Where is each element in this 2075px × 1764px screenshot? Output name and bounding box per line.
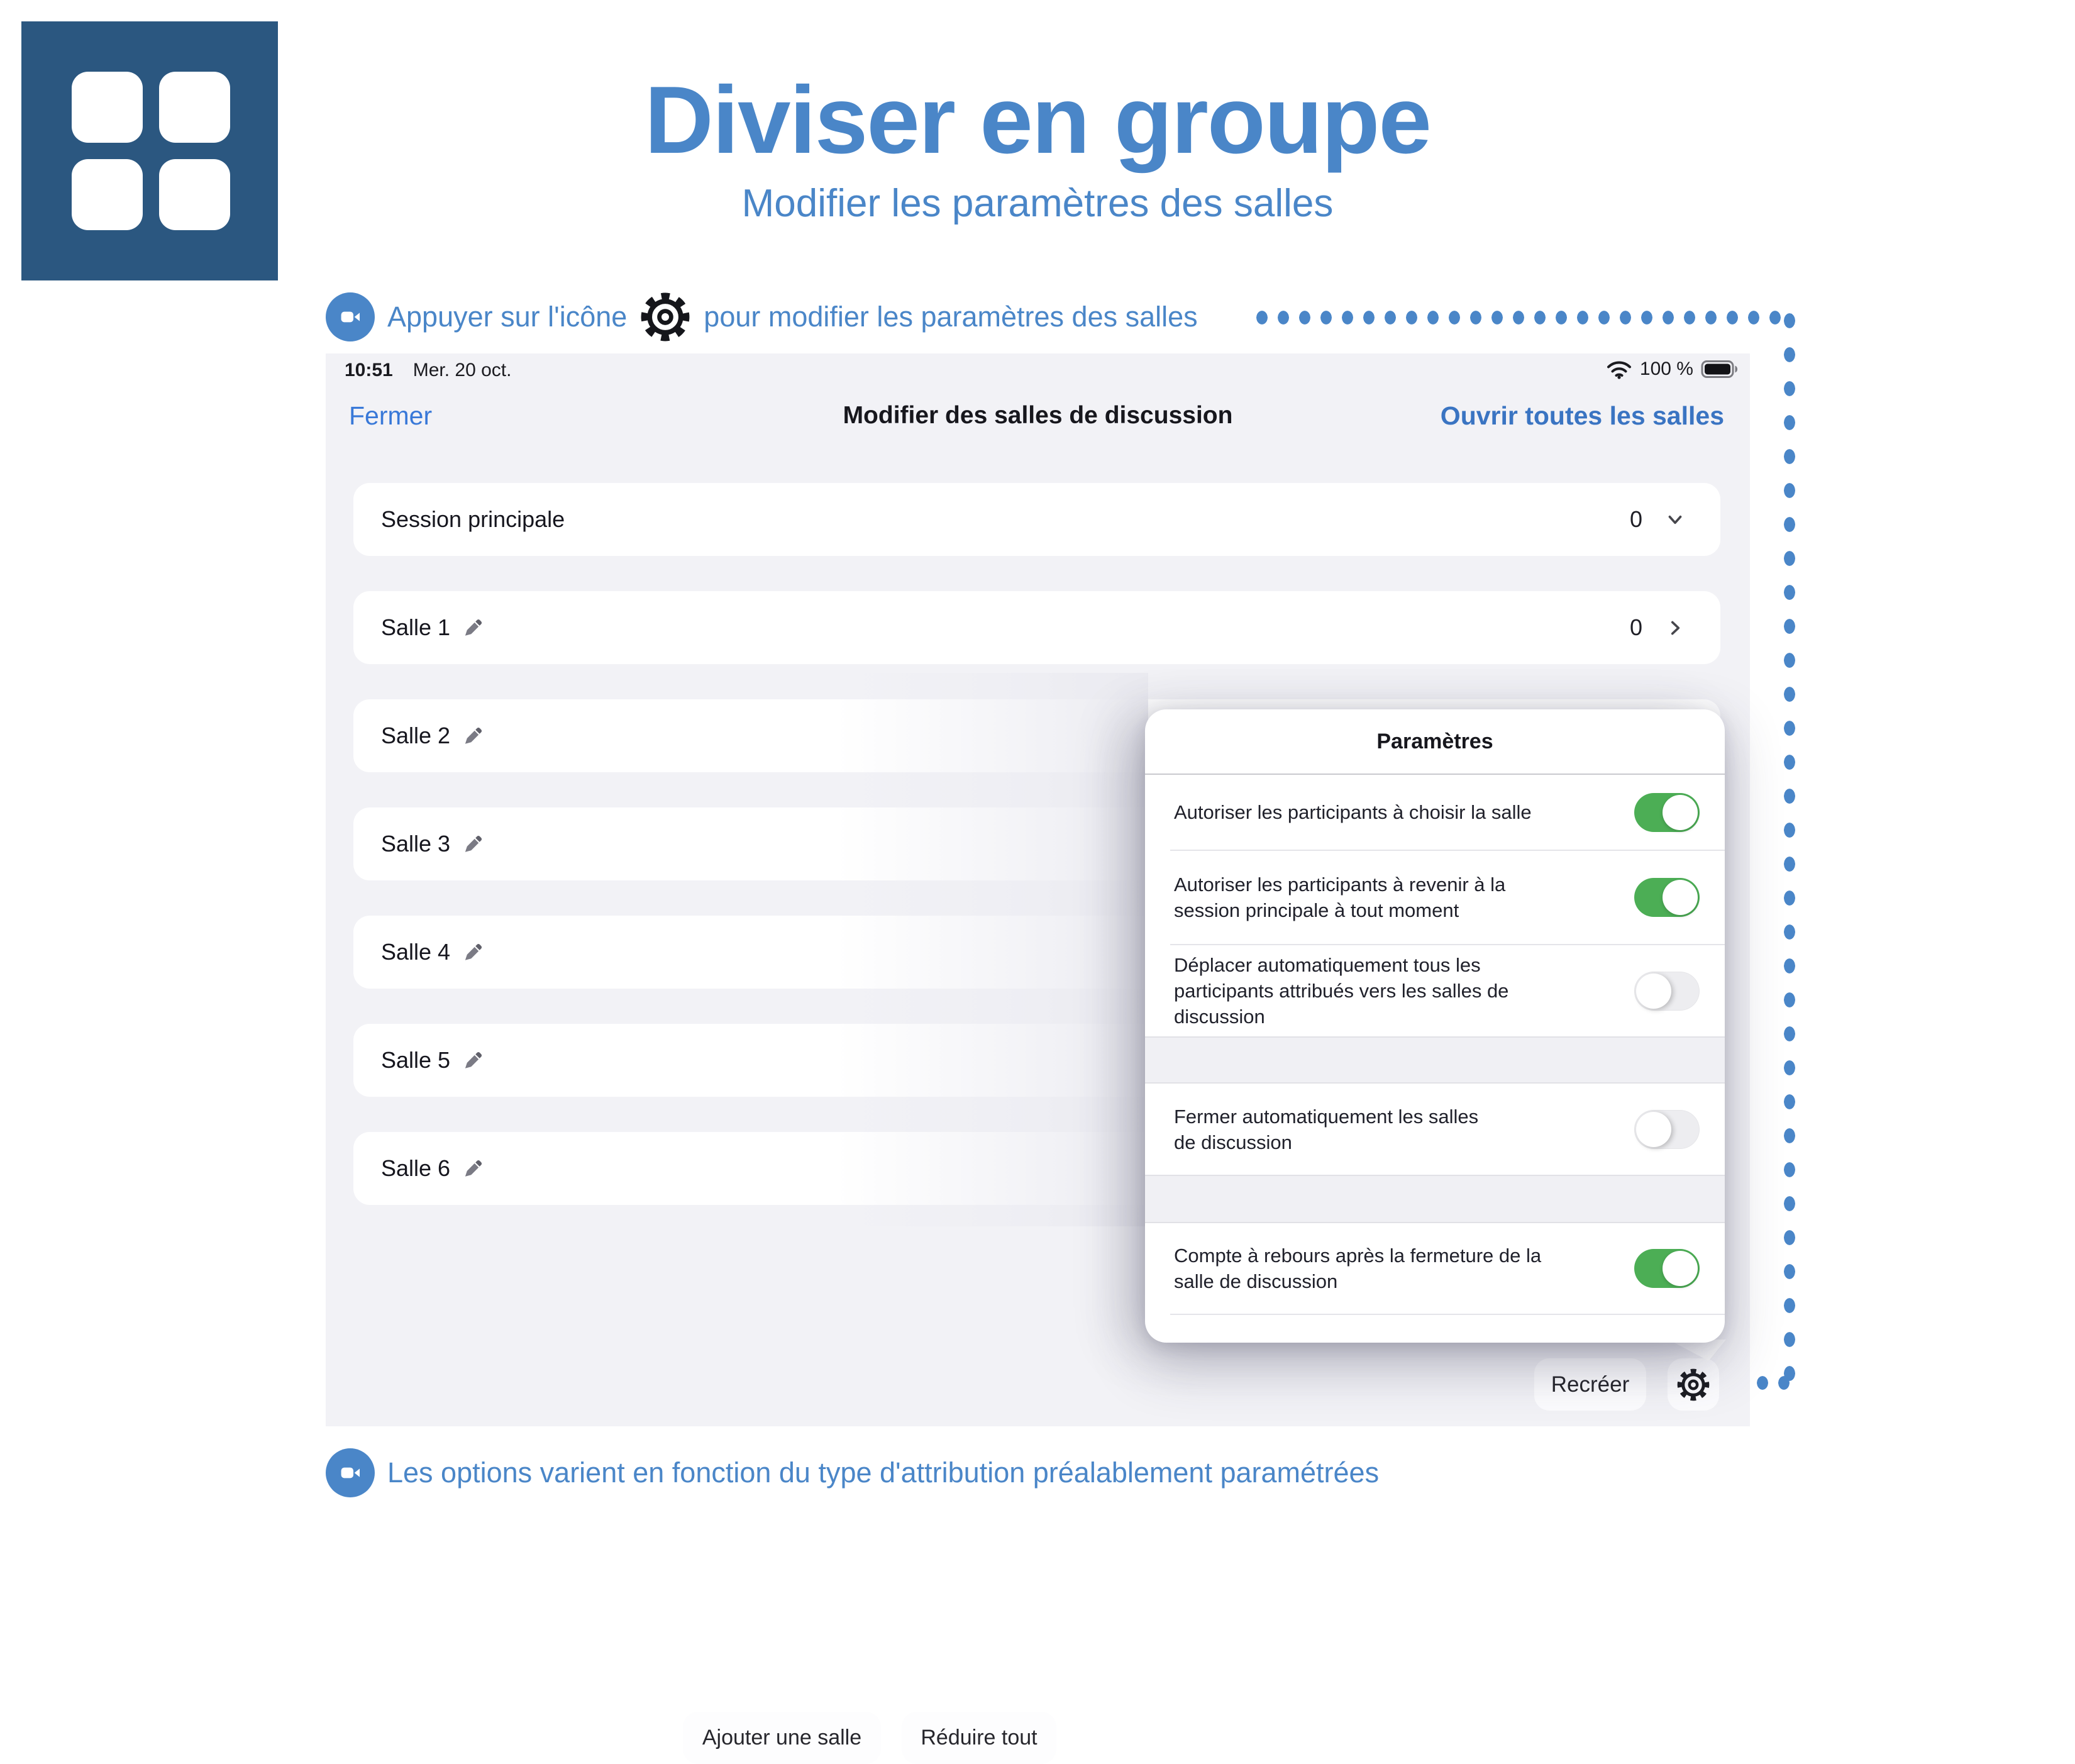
room-label: Salle 6: [381, 1155, 450, 1182]
chevron-down-icon[interactable]: [1665, 509, 1685, 530]
gear-icon: [1676, 1368, 1710, 1402]
battery-icon: [1701, 359, 1740, 379]
dotted-guide-top: [1256, 310, 1792, 325]
toggle-auto-move-participants[interactable]: [1634, 972, 1700, 1011]
video-camera-icon: [326, 292, 375, 341]
room-label: Session principale: [381, 506, 565, 533]
room-label: Salle 2: [381, 723, 450, 749]
recreate-label: Recréer: [1551, 1372, 1629, 1397]
setting-auto-move-participants: Déplacer automatiquement tous les partic…: [1145, 945, 1725, 1036]
edit-pencil-icon[interactable]: [462, 941, 483, 963]
setting-choose-room: Autoriser les participants à choisir la …: [1145, 775, 1725, 850]
edit-pencil-icon[interactable]: [462, 617, 483, 638]
setting-label: Autoriser les participants à revenir à l…: [1174, 872, 1634, 923]
room-label: Salle 5: [381, 1047, 450, 1073]
toggle-choose-room[interactable]: [1634, 793, 1700, 832]
recreate-button[interactable]: Recréer: [1534, 1358, 1646, 1411]
open-all-rooms-link[interactable]: Ouvrir toutes les salles: [1441, 401, 1724, 431]
instruction-bottom: Les options varient en fonction du type …: [326, 1445, 1379, 1501]
status-time: 10:51: [345, 360, 393, 381]
status-bar: 10:51 Mer. 20 oct. 100 %: [326, 353, 1750, 386]
room-settings-button[interactable]: [1668, 1358, 1719, 1411]
page-title: Diviser en groupe: [0, 65, 2075, 175]
edit-pencil-icon[interactable]: [462, 1158, 483, 1179]
battery-percent: 100 %: [1640, 358, 1693, 380]
instruction-bottom-text: Les options varient en fonction du type …: [387, 1456, 1379, 1489]
edit-pencil-icon[interactable]: [462, 725, 483, 746]
setting-label: Fermer automatiquement les salles de dis…: [1174, 1104, 1634, 1155]
participant-count: 0: [1630, 614, 1642, 641]
room-label: Salle 4: [381, 939, 450, 965]
room-row-salle-1[interactable]: Salle 1 0: [353, 591, 1720, 664]
edit-pencil-icon[interactable]: [462, 1050, 483, 1071]
room-row-main-session[interactable]: Session principale 0: [353, 483, 1720, 556]
add-room-button[interactable]: Ajouter une salle: [683, 1712, 881, 1764]
room-label: Salle 3: [381, 831, 450, 857]
room-label: Salle 1: [381, 614, 450, 641]
collapse-all-label: Réduire tout: [921, 1726, 1037, 1750]
nav-bar: Fermer Modifier des salles de discussion…: [326, 392, 1750, 438]
setting-label: Déplacer automatiquement tous les partic…: [1174, 952, 1634, 1029]
page-subtitle: Modifier les paramètres des salles: [0, 181, 2075, 226]
edit-pencil-icon[interactable]: [462, 833, 483, 855]
setting-auto-close-rooms: Fermer automatiquement les salles de dis…: [1145, 1084, 1725, 1175]
chevron-right-icon[interactable]: [1665, 618, 1685, 638]
toggle-countdown-after-close[interactable]: [1634, 1249, 1700, 1288]
page: Diviser en groupe Modifier les paramètre…: [0, 0, 2075, 1604]
toggle-auto-close-rooms[interactable]: [1634, 1110, 1700, 1149]
participant-count: 0: [1630, 506, 1642, 533]
instruction-top: Appuyer sur l'icône pour modifier les pa…: [326, 289, 1198, 345]
status-date: Mer. 20 oct.: [413, 360, 512, 381]
instruction-top-text-after: pour modifier les paramètres des salles: [704, 301, 1197, 333]
setting-label: Compte à rebours après la fermeture de l…: [1174, 1243, 1634, 1294]
settings-popover: Paramètres Autoriser les participants à …: [1145, 709, 1725, 1343]
video-camera-icon: [326, 1448, 375, 1497]
dotted-guide-vertical: [1781, 313, 1798, 1392]
instruction-top-text-before: Appuyer sur l'icône: [387, 301, 627, 333]
wifi-icon: [1606, 359, 1632, 379]
popover-title: Paramètres: [1145, 709, 1725, 775]
add-room-label: Ajouter une salle: [702, 1726, 861, 1750]
row-fade-overlay: [836, 673, 1148, 1226]
setting-countdown-after-close: Compte à rebours après la fermeture de l…: [1145, 1223, 1725, 1314]
setting-label: Autoriser les participants à choisir la …: [1174, 799, 1634, 825]
setting-return-main-session: Autoriser les participants à revenir à l…: [1145, 851, 1725, 944]
gear-icon: [639, 291, 691, 343]
collapse-all-button[interactable]: Réduire tout: [902, 1712, 1056, 1764]
toggle-return-main-session[interactable]: [1634, 878, 1700, 917]
